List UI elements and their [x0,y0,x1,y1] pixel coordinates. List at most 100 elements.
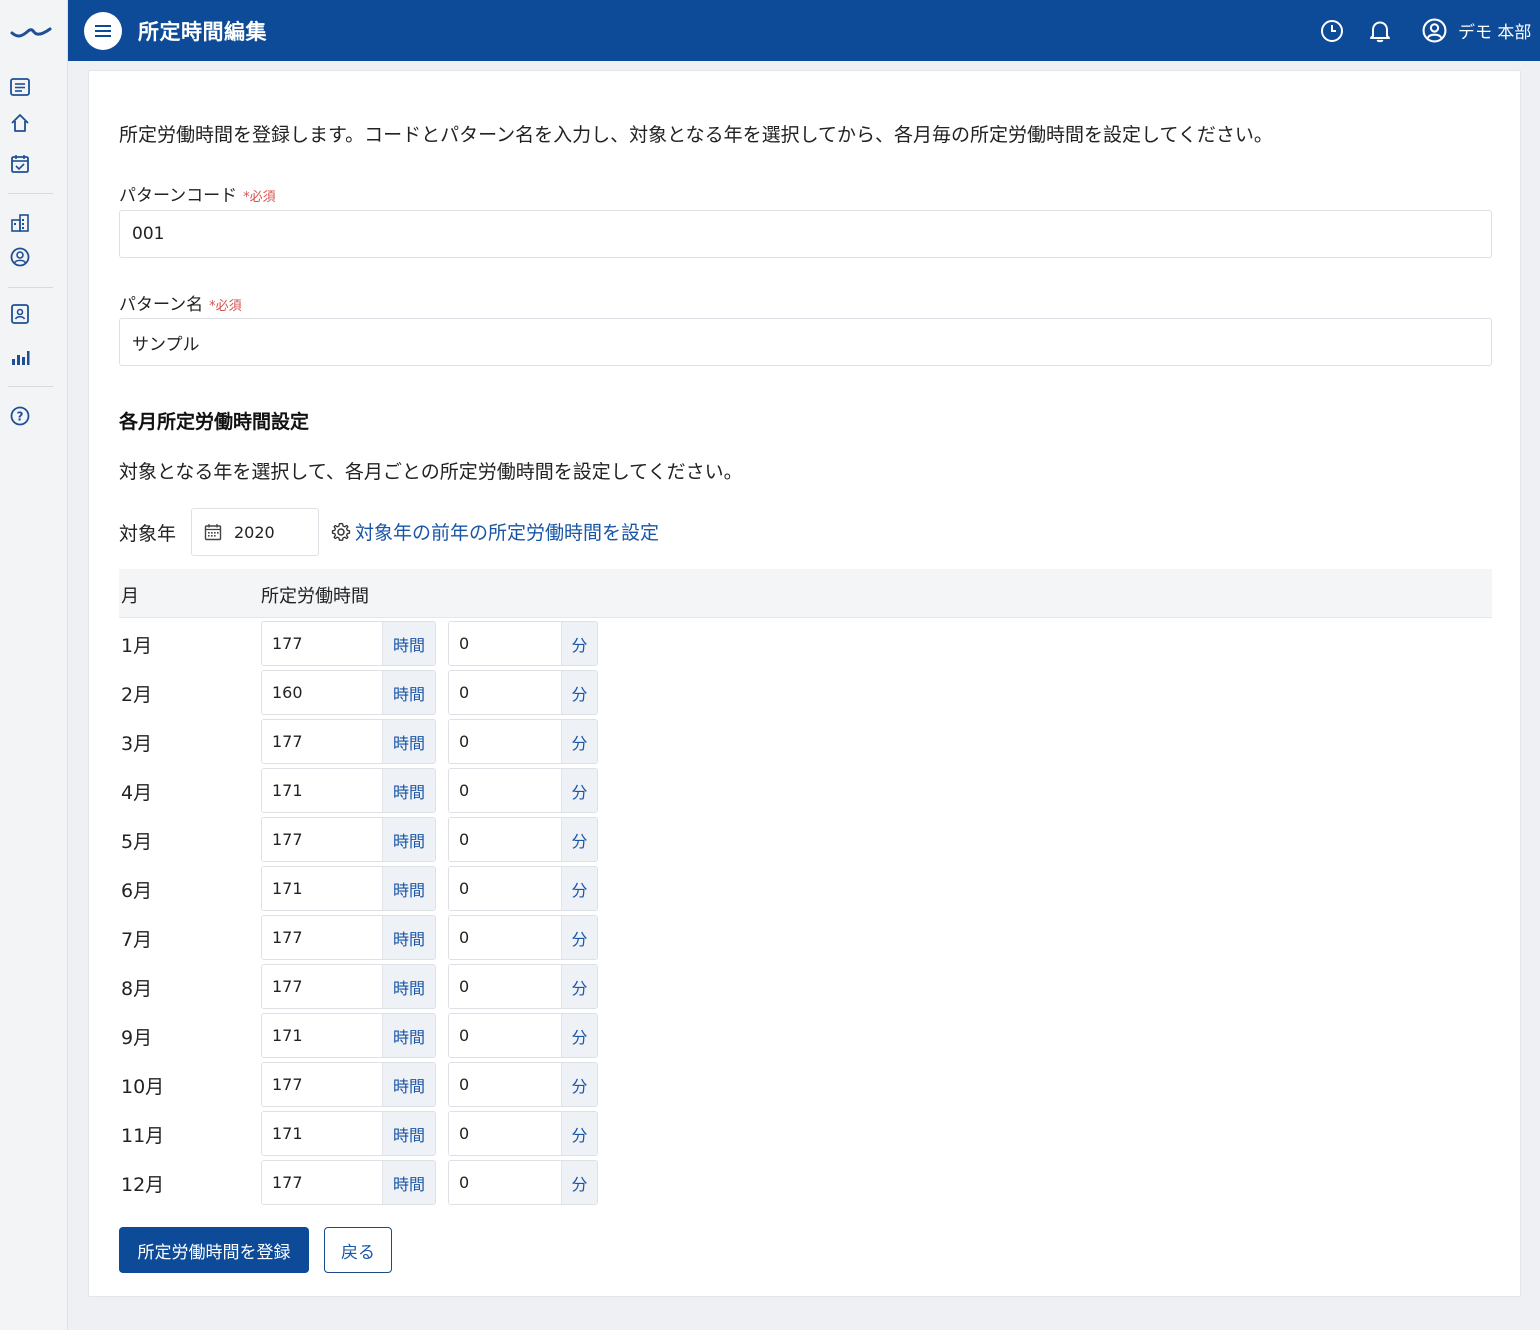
minutes-input[interactable]: 0 [449,867,561,910]
prev-year-link-text: 対象年の前年の所定労働時間を設定 [355,522,660,544]
minutes-unit: 分 [561,622,597,665]
user-circle-icon[interactable] [9,246,31,268]
minutes-field[interactable]: 0分 [448,719,598,764]
table-row: 7月 177 時間 0 分 [119,913,719,962]
hours-input[interactable]: 177 [262,720,382,763]
hours-field[interactable]: 160 時間 [261,670,436,715]
hours-input[interactable]: 171 [262,867,382,910]
hours-field[interactable]: 177 時間 [261,1062,436,1107]
bell-icon[interactable] [1368,19,1392,43]
page-title: 所定時間編集 [138,20,267,44]
hours-unit: 時間 [382,965,435,1008]
table-row: 5月 177 時間 0 分 [119,815,719,864]
hours-input[interactable]: 177 [262,916,382,959]
sidebar-divider [8,287,53,288]
hours-unit: 時間 [382,867,435,910]
hours-input[interactable]: 177 [262,1063,382,1106]
minutes-unit: 分 [561,1112,597,1155]
hours-input[interactable]: 171 [262,1112,382,1155]
user-menu[interactable]: デモ 本部 [1422,18,1531,43]
minutes-field[interactable]: 0分 [448,1111,598,1156]
hours-field[interactable]: 171 時間 [261,866,436,911]
minutes-input[interactable]: 0 [449,818,561,861]
month-label: 4月 [121,782,153,804]
hours-field[interactable]: 177 時間 [261,964,436,1009]
building-icon[interactable] [9,212,31,234]
hours-field[interactable]: 171 時間 [261,1013,436,1058]
month-label: 3月 [121,733,153,755]
minutes-unit: 分 [561,867,597,910]
hours-field[interactable]: 171 時間 [261,768,436,813]
hours-input[interactable]: 171 [262,1014,382,1057]
year-picker[interactable]: 2020 [191,508,319,556]
hours-unit: 時間 [382,622,435,665]
sidebar: ? [0,0,68,1330]
minutes-field[interactable]: 0分 [448,1013,598,1058]
list-icon[interactable] [9,76,31,98]
minutes-input[interactable]: 0 [449,769,561,812]
hours-field[interactable]: 177 時間 [261,621,436,666]
minutes-unit: 分 [561,671,597,714]
minutes-input[interactable]: 0 [449,965,561,1008]
hours-field[interactable]: 177 時間 [261,817,436,862]
minutes-field[interactable]: 0分 [448,621,598,666]
code-label-text: パターンコード [119,186,238,206]
hours-input[interactable]: 177 [262,965,382,1008]
minutes-field[interactable]: 0分 [448,817,598,862]
month-label: 8月 [121,978,153,1000]
hours-field[interactable]: 177 時間 [261,915,436,960]
hours-input[interactable]: 177 [262,622,382,665]
year-label: 対象年 [119,523,177,545]
table-row: 8月 177 時間 0 分 [119,962,719,1011]
back-button[interactable]: 戻る [324,1227,392,1273]
calendar-icon [204,524,222,541]
minutes-input[interactable]: 0 [449,622,561,665]
minutes-field[interactable]: 0分 [448,1062,598,1107]
minutes-field[interactable]: 0分 [448,964,598,1009]
hours-field[interactable]: 177 時間 [261,719,436,764]
minutes-input[interactable]: 0 [449,1161,561,1204]
hours-input[interactable]: 171 [262,769,382,812]
minutes-input[interactable]: 0 [449,1014,561,1057]
hours-field[interactable]: 171 時間 [261,1111,436,1156]
prev-year-link[interactable]: 対象年の前年の所定労働時間を設定 [331,518,659,545]
logo[interactable] [10,20,54,40]
user-icon [1422,18,1447,43]
minutes-field[interactable]: 0分 [448,768,598,813]
minutes-input[interactable]: 0 [449,1112,561,1155]
home-icon[interactable] [9,112,31,134]
minutes-input[interactable]: 0 [449,720,561,763]
calendar-check-icon[interactable] [9,153,31,175]
hours-field[interactable]: 177 時間 [261,1160,436,1205]
menu-button[interactable] [84,12,122,50]
code-label: パターンコード *必須 [119,181,276,206]
pattern-code-input[interactable] [119,210,1492,258]
minutes-field[interactable]: 0分 [448,915,598,960]
month-label: 12月 [121,1174,165,1196]
register-button[interactable]: 所定労働時間を登録 [119,1227,309,1273]
month-label: 10月 [121,1076,165,1098]
hours-input[interactable]: 160 [262,671,382,714]
id-badge-icon[interactable] [9,303,31,325]
minutes-input[interactable]: 0 [449,671,561,714]
minutes-unit: 分 [561,720,597,763]
help-icon[interactable]: ? [9,405,31,427]
pattern-name-input[interactable] [119,318,1492,366]
table-row: 3月 177 時間 0 分 [119,717,719,766]
hours-input[interactable]: 177 [262,1161,382,1204]
minutes-input[interactable]: 0 [449,916,561,959]
bar-chart-icon[interactable] [9,346,31,368]
month-label: 9月 [121,1027,153,1049]
clock-icon[interactable] [1320,19,1344,43]
minutes-input[interactable]: 0 [449,1063,561,1106]
minutes-field[interactable]: 0分 [448,866,598,911]
year-value: 2020 [234,522,275,542]
minutes-field[interactable]: 0分 [448,1160,598,1205]
table-row: 6月 171 時間 0 分 [119,864,719,913]
hours-unit: 時間 [382,671,435,714]
minutes-field[interactable]: 0分 [448,670,598,715]
col-hours: 所定労働時間 [261,586,369,607]
hours-input[interactable]: 177 [262,818,382,861]
month-label: 5月 [121,831,153,853]
user-name: デモ 本部 [1458,23,1532,43]
